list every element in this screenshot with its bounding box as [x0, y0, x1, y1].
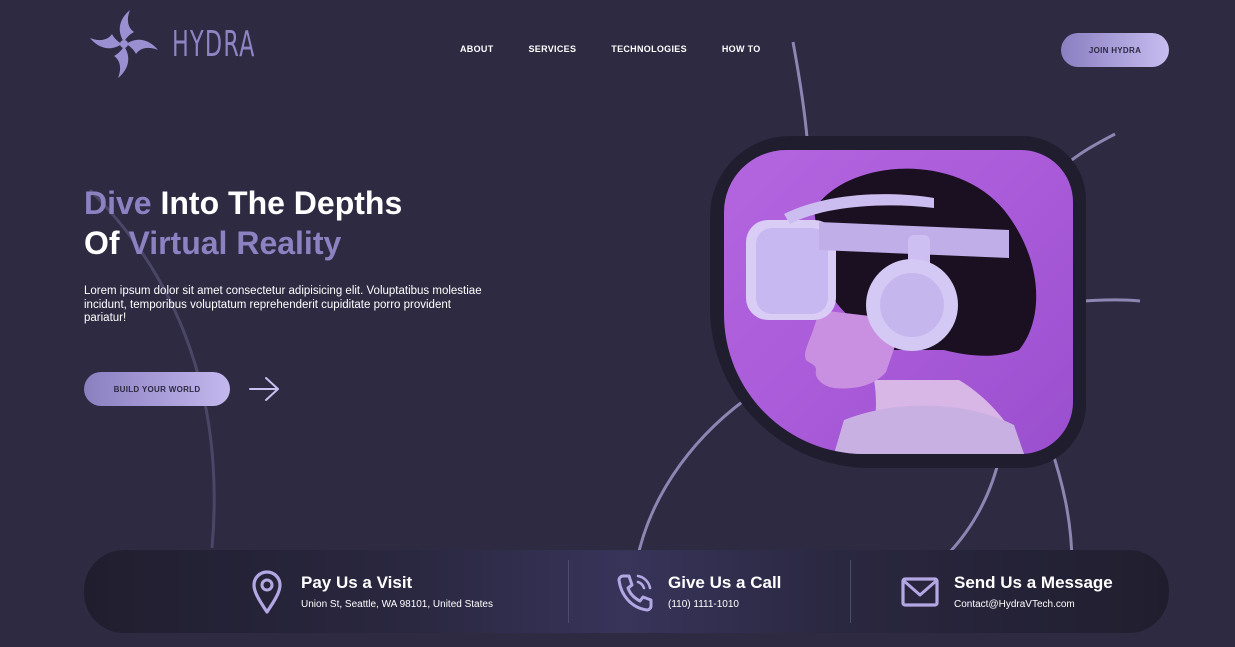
contact-divider	[568, 560, 569, 623]
join-button[interactable]: JOIN HYDRA	[1061, 33, 1169, 67]
nav-item-about[interactable]: ABOUT	[460, 43, 494, 55]
vr-person-illustration	[746, 168, 1037, 454]
main-nav: ABOUT SERVICES TECHNOLOGIES HOW TO	[460, 43, 796, 55]
contact-call-title: Give Us a Call	[668, 572, 782, 592]
hero-title-start-2: Of	[84, 225, 129, 261]
nav-item-services[interactable]: SERVICES	[529, 43, 577, 55]
contact-visit-address: Union St, Seattle, WA 98101, United Stat…	[301, 598, 493, 610]
hero-title: Dive Into The Depths Of Virtual Reality	[84, 183, 402, 263]
hero-description: Lorem ipsum dolor sit amet consectetur a…	[84, 285, 482, 324]
phone-icon	[617, 574, 653, 611]
contact-divider	[850, 560, 851, 623]
hero-title-accent-2: Virtual Reality	[128, 225, 342, 261]
arrow-right-icon[interactable]	[248, 375, 282, 403]
contact-call: Give Us a Call (110) 1111-1010	[614, 550, 781, 633]
contact-message: Send Us a Message Contact@HydraVTech.com	[900, 550, 1113, 633]
hydra-logo-icon	[90, 10, 158, 78]
contact-visit: Pay Us a Visit Union St, Seattle, WA 981…	[247, 550, 493, 633]
hero-title-accent-1: Dive	[84, 185, 152, 221]
contact-message-email[interactable]: Contact@HydraVTech.com	[954, 599, 1113, 611]
contact-visit-title: Pay Us a Visit	[301, 572, 413, 592]
nav-item-how-to[interactable]: HOW TO	[722, 43, 761, 55]
location-pin-icon	[252, 569, 282, 614]
contact-message-title: Send Us a Message	[954, 572, 1113, 592]
brand-name: HYDRA	[172, 23, 256, 65]
hero-title-rest-1: Into The Depths	[151, 185, 403, 221]
page: HYDRA ABOUT SERVICES TECHNOLOGIES HOW TO…	[0, 0, 1235, 647]
contact-call-phone[interactable]: (110) 1111-1010	[668, 599, 781, 611]
contact-bar: Pay Us a Visit Union St, Seattle, WA 981…	[84, 550, 1169, 633]
nav-item-technologies[interactable]: TECHNOLOGIES	[611, 43, 687, 55]
vr-headset-image	[724, 150, 1073, 454]
build-your-world-button[interactable]: BUILD YOUR WORLD	[84, 372, 230, 406]
logo[interactable]: HYDRA	[86, 4, 307, 84]
mail-icon	[901, 576, 939, 607]
